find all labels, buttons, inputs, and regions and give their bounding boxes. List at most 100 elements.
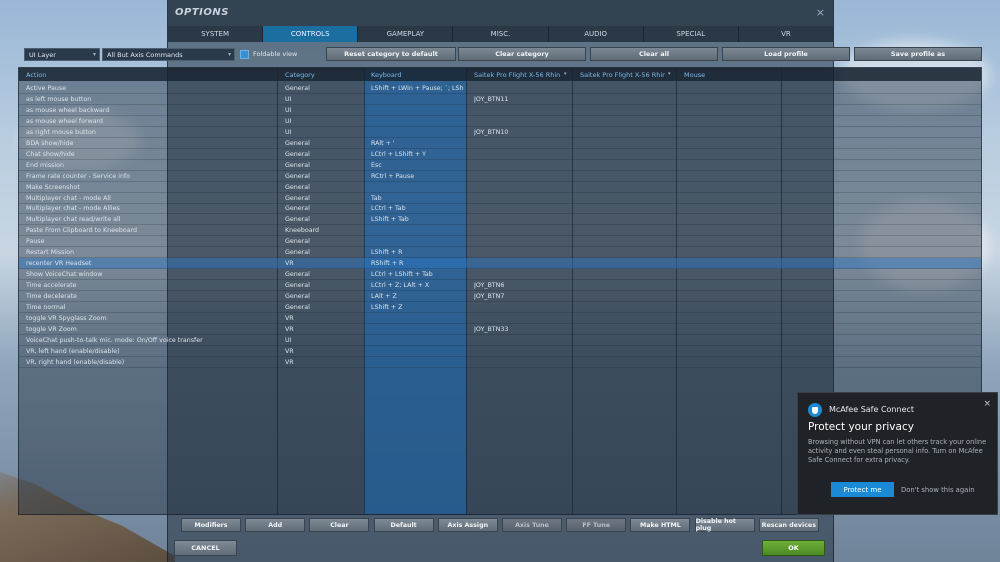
tab-special[interactable]: SPECIAL (643, 26, 738, 42)
cell-action: Active Pause (26, 85, 66, 92)
clear-category-button[interactable]: Clear category (458, 47, 586, 61)
cancel-button[interactable]: CANCEL (174, 540, 237, 556)
table-row[interactable]: Paste From Clipboard to Kneeboard Kneeboa… (19, 225, 981, 237)
tab-vr[interactable]: VR (738, 26, 833, 42)
close-icon[interactable]: × (816, 6, 825, 19)
ok-button[interactable]: OK (762, 540, 825, 556)
cell-category: UI (285, 336, 292, 344)
table-row[interactable]: VR, left hand (enable/disable) VR (19, 346, 981, 357)
cell-keyboard: LCtrl + LShift + Y (371, 150, 426, 158)
clear-all-button[interactable]: Clear all (590, 47, 718, 61)
table-row[interactable]: Time normal General LShift + Z (19, 302, 981, 313)
dont-show-again-link[interactable]: Don't show this again (901, 486, 975, 494)
cell-category: General (285, 161, 310, 169)
cell-action: End mission (26, 161, 65, 169)
dropdown-arrow-icon: ▾ (92, 51, 96, 58)
cell-category: UI (285, 128, 292, 136)
table-row[interactable]: toggle VR Zoom VR JOY_BTN33 (19, 324, 981, 335)
cell-device-1: JOY_BTN7 (474, 293, 505, 301)
table-row[interactable]: as mouse wheel backward UI (19, 105, 981, 116)
cell-category: VR (285, 314, 294, 322)
cell-category: General (285, 271, 310, 279)
table-row[interactable]: Chat show/hide General LCtrl + LShift + Y (19, 149, 981, 160)
cell-keyboard: LShift + R (371, 249, 403, 257)
axis-assign-button[interactable]: Axis Assign (437, 518, 498, 532)
cell-action: Multiplayer chat - mode Allies (26, 205, 120, 213)
cell-category: UI (285, 95, 292, 103)
protect-me-button[interactable]: Protect me (831, 482, 894, 497)
table-row[interactable]: Pause General (19, 236, 981, 248)
cell-category: General (285, 293, 310, 301)
cell-keyboard: LCtrl + Tab (371, 205, 406, 213)
close-icon[interactable]: × (983, 399, 991, 409)
cell-category: General (285, 205, 310, 213)
cell-device-1: JOY_BTN10 (474, 128, 509, 136)
disable-hot-plug-button[interactable]: Disable hot plug (694, 518, 755, 532)
header-category[interactable]: Category (285, 71, 360, 79)
table-row[interactable]: Multiplayer chat - mode Allies General LCt… (19, 203, 981, 215)
cell-keyboard: LCtrl + Z; LAlt + X (371, 282, 430, 290)
cell-action: Multiplayer chat - mode All (26, 194, 111, 202)
load-profile-button[interactable]: Load profile (722, 47, 850, 61)
dropdown-arrow-icon[interactable]: ▾ (668, 71, 671, 77)
cell-keyboard: RCtrl + Pause (371, 172, 415, 180)
tab-controls[interactable]: CONTROLS (263, 26, 358, 42)
cell-category: UI (285, 106, 292, 114)
add-button[interactable]: Add (245, 518, 306, 532)
table-row[interactable]: recenter VR Headset VR RShift + R (19, 258, 981, 270)
header-device-2[interactable]: Saitek Pro Flight X-56 Rhin... (580, 71, 665, 79)
dropdown-arrow-icon[interactable]: ▾ (564, 71, 567, 77)
table-row[interactable]: Time accelerate General LCtrl + Z; LAlt + … (19, 280, 981, 292)
table-row[interactable]: as left mouse button UI JOY_BTN11 (19, 94, 981, 105)
table-row[interactable]: Multiplayer chat - mode All General Tab (19, 193, 981, 204)
cell-keyboard: RAlt + ' (371, 139, 395, 147)
table-row[interactable]: Time decelerate General LAlt + Z JOY_BTN7 (19, 291, 981, 303)
table-row[interactable]: VoiceChat push-to-talk mic. mode: On/Off… (19, 335, 981, 346)
cell-action: Multiplayer chat read/write all (26, 216, 121, 224)
table-row[interactable]: as right mouse button UI JOY_BTN10 (19, 127, 981, 138)
cell-category: VR (285, 260, 294, 268)
cell-category: General (285, 304, 310, 311)
tab-audio[interactable]: AUDIO (548, 26, 643, 42)
table-row[interactable]: Make Screenshot General (19, 182, 981, 193)
table-row[interactable]: as mouse wheel forward UI (19, 116, 981, 127)
tab-gameplay[interactable]: GAMEPLAY (358, 26, 453, 42)
table-row[interactable]: BDA show/hide General RAlt + ' (19, 138, 981, 149)
tab-misc[interactable]: MISC. (453, 26, 548, 42)
table-row[interactable]: End mission General Esc (19, 160, 981, 171)
rescan-devices-button[interactable]: Rescan devices (758, 518, 819, 532)
save-profile-button[interactable]: Save profile as (854, 47, 982, 61)
cell-device-1: JOY_BTN11 (474, 95, 509, 103)
table-row[interactable]: Show VoiceChat window General LCtrl + LShi… (19, 269, 981, 281)
cell-action: as left mouse button (26, 95, 92, 103)
controls-toolbar: UI Layer ▾ All But Axis Commands ▾ Folda… (18, 47, 982, 64)
cell-category: UI (285, 117, 292, 125)
make-html-button[interactable]: Make HTML (630, 518, 691, 532)
table-row[interactable]: Multiplayer chat read/write all General LS… (19, 214, 981, 226)
axis-tune-button: Axis Tune (502, 518, 562, 532)
header-device-1[interactable]: Saitek Pro Flight X-56 Rhin... (474, 71, 560, 79)
clear-button[interactable]: Clear (309, 518, 370, 532)
reset-category-button[interactable]: Reset category to default (326, 47, 456, 61)
cell-action: toggle VR Spyglass Zoom (26, 314, 107, 322)
table-row[interactable]: VR, right hand (enable/disable) VR (19, 357, 981, 368)
cell-keyboard: LShift + Z (371, 304, 403, 311)
table-row[interactable]: Restart Mission General LShift + R (19, 247, 981, 259)
table-row[interactable]: Frame rate counter - Service info General… (19, 171, 981, 182)
table-row[interactable]: toggle VR Spyglass Zoom VR (19, 313, 981, 324)
dropdown-arrow-icon: ▾ (227, 51, 231, 58)
cell-category: Kneeboard (285, 227, 320, 235)
header-mouse[interactable]: Mouse (684, 71, 774, 79)
cell-action: recenter VR Headset (26, 260, 92, 268)
foldable-view-checkbox[interactable] (240, 50, 249, 59)
modifiers-button[interactable]: Modifiers (181, 518, 241, 532)
layer-select[interactable]: UI Layer ▾ (24, 48, 100, 61)
popup-app-name: McAfee Safe Connect (829, 405, 915, 414)
header-action[interactable]: Action (26, 71, 266, 79)
table-row[interactable]: Active Pause General LShift + LWin + Pause… (19, 83, 981, 94)
cell-action: Time accelerate (26, 282, 77, 290)
filter-select[interactable]: All But Axis Commands ▾ (102, 48, 235, 61)
header-keyboard[interactable]: Keyboard (371, 71, 461, 79)
default-button[interactable]: Default (373, 518, 434, 532)
tab-system[interactable]: SYSTEM (168, 26, 263, 42)
